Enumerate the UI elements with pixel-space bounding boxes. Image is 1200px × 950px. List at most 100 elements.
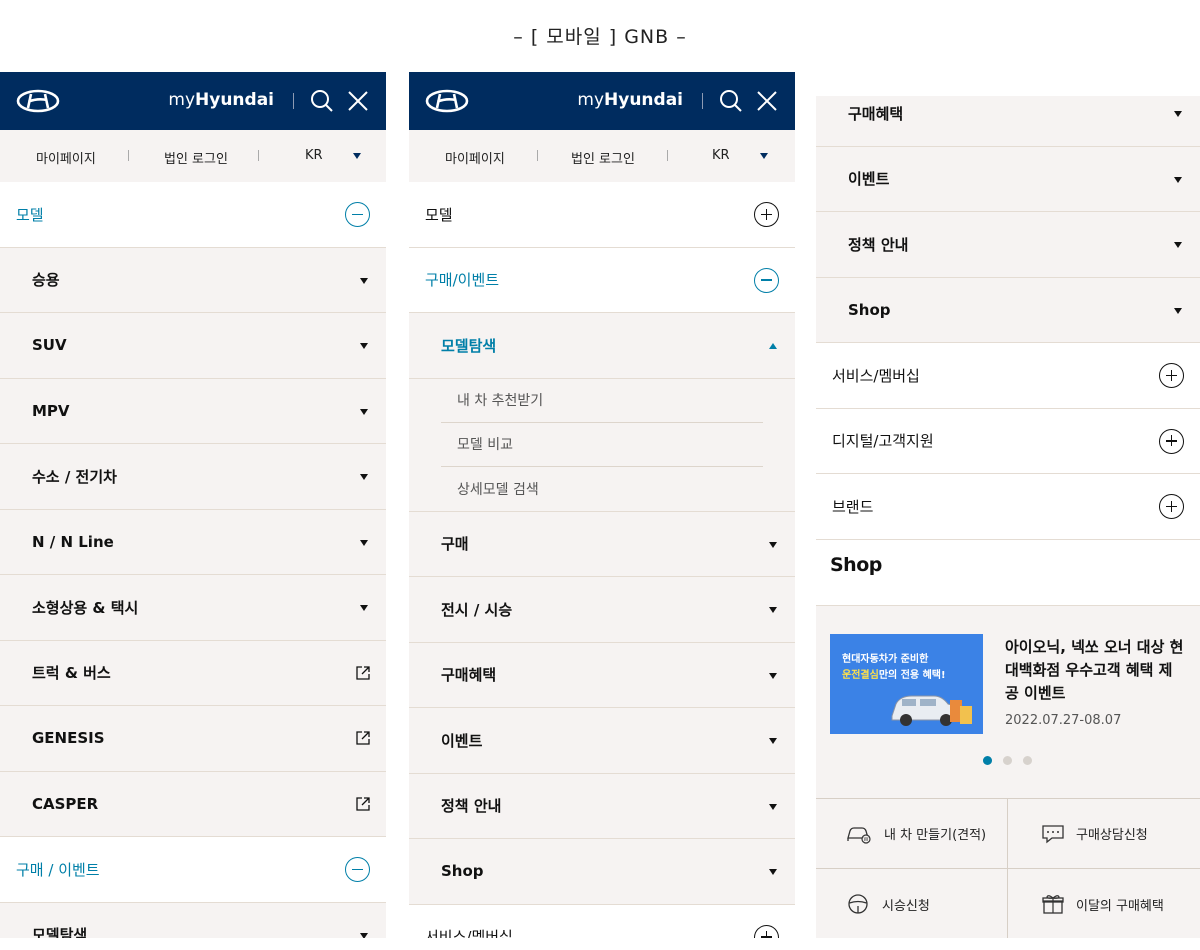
shop-logo[interactable]: Shop [830,554,882,576]
chevron-down-icon[interactable] [353,153,361,159]
menu-item-explore[interactable]: 모델탐색 [0,902,386,938]
close-icon[interactable] [755,89,779,113]
menu-item-benefits[interactable]: 구매혜택 [816,96,1200,147]
menu-item-suv[interactable]: SUV [0,313,386,379]
chevron-down-icon[interactable] [360,408,368,415]
menu-item-genesis[interactable]: GENESIS [0,706,386,772]
menu-item-shop[interactable]: Shop [816,277,1200,343]
detail-search-link[interactable]: 상세모델 검색 [441,467,763,511]
menu-label: 전시 / 시승 [441,600,513,619]
menu-label: SUV [32,336,67,355]
collapse-icon[interactable] [345,202,370,227]
menu-item-passenger[interactable]: 승용 [0,247,386,313]
chevron-down-icon[interactable] [769,738,777,744]
chevron-up-icon[interactable] [769,343,777,349]
menu-digital[interactable]: 디지털/고객지원 [816,408,1200,474]
chevron-down-icon[interactable] [760,153,768,159]
menu-item-policy[interactable]: 정책 안내 [409,773,795,839]
menu-item-events[interactable]: 이벤트 [409,708,795,774]
mypage-link[interactable]: 마이페이지 [36,148,96,167]
car-icon: W [847,826,871,844]
chevron-down-icon[interactable] [769,672,777,679]
chevron-down-icon[interactable] [360,343,368,349]
expand-icon[interactable] [754,924,779,938]
shop-banner: Shop 현대자동차가 준비한 운전결심만의 전용 혜택! 아이오닉, 넥쏘 오… [816,554,1200,812]
consult-link[interactable]: 구매상담신청 [1008,799,1200,869]
menu-item-eco[interactable]: 수소 / 전기차 [0,444,386,510]
language-select[interactable]: KR [712,148,730,163]
top-bar: myHyundai [0,72,386,130]
expand-icon[interactable] [1159,363,1184,388]
menu-item-benefits[interactable]: 구매혜택 [409,642,795,708]
divider [128,150,129,161]
test-drive-link[interactable]: 시승신청 [816,869,1008,938]
menu-model[interactable]: 모델 [409,182,795,248]
compare-link[interactable]: 모델 비교 [441,423,763,467]
menu-label: 서비스/멤버십 [425,928,513,938]
hyundai-logo-icon[interactable] [16,89,60,113]
menu-model[interactable]: 모델 [0,182,386,248]
chevron-down-icon[interactable] [1174,242,1182,248]
chevron-down-icon[interactable] [1174,176,1182,183]
menu-item-casper[interactable]: CASPER [0,771,386,837]
chevron-down-icon[interactable] [360,932,368,938]
chevron-down-icon[interactable] [769,607,777,613]
chevron-down-icon[interactable] [769,869,777,875]
external-link-icon[interactable] [356,665,370,680]
collapse-icon[interactable] [754,267,779,293]
menu-item-commercial[interactable]: 소형상용 & 택시 [0,575,386,641]
chevron-down-icon[interactable] [360,277,368,284]
expand-icon[interactable] [1159,428,1184,454]
promo-title[interactable]: 아이오닉, 넥쏘 오너 대상 현대백화점 우수고객 혜택 제공 이벤트 [1005,636,1185,705]
language-select[interactable]: KR [305,148,323,163]
menu-brand[interactable]: 브랜드 [816,474,1200,540]
monthly-benefit-link[interactable]: 이달의 구매혜택 [1008,869,1200,938]
chevron-down-icon[interactable] [1174,307,1182,314]
menu-item-shop[interactable]: Shop [409,839,795,905]
menu-item-policy[interactable]: 정책 안내 [816,212,1200,278]
external-link-icon[interactable] [356,731,370,745]
carousel-dots [983,755,1032,765]
gift-icon [1042,895,1064,914]
menu-item-buy[interactable]: 구매 [409,511,795,577]
hyundai-logo-icon[interactable] [425,89,469,113]
menu-item-mpv[interactable]: MPV [0,378,386,444]
promo-image[interactable]: 현대자동차가 준비한 운전결심만의 전용 혜택! [830,633,983,734]
gnb-panel-model: myHyundai 마이페이지 법인 로그인 KR 모델 승용 SUV MPV … [0,72,386,938]
menu-buy-event[interactable]: 구매/이벤트 [409,247,795,313]
menu-item-events[interactable]: 이벤트 [816,146,1200,212]
search-icon[interactable] [310,89,334,113]
mypage-link[interactable]: 마이페이지 [445,148,505,167]
collapse-icon[interactable] [345,857,370,882]
menu-service[interactable]: 서비스/멤버십 [816,343,1200,409]
menu-label: 구매혜택 [441,666,497,685]
chevron-down-icon[interactable] [360,605,368,611]
close-icon[interactable] [346,89,370,113]
menu-buy-event[interactable]: 구매 / 이벤트 [0,837,386,903]
chevron-down-icon[interactable] [769,541,777,548]
chevron-down-icon[interactable] [360,539,368,546]
corporate-login-link[interactable]: 법인 로그인 [571,148,635,167]
myhyundai-brand[interactable]: myHyundai [168,90,274,110]
external-link-icon[interactable] [356,796,370,811]
chevron-down-icon[interactable] [1174,111,1182,117]
search-icon[interactable] [719,89,743,113]
carousel-dot[interactable] [1003,755,1012,765]
expand-icon[interactable] [1159,494,1184,519]
build-car-link[interactable]: W 내 차 만들기(견적) [816,799,1008,869]
chevron-down-icon[interactable] [769,803,777,810]
chevron-down-icon[interactable] [360,474,368,480]
menu-item-n-line[interactable]: N / N Line [0,509,386,575]
car-illustration-icon [891,695,972,726]
corporate-login-link[interactable]: 법인 로그인 [164,148,228,167]
carousel-dot[interactable] [983,755,992,765]
myhyundai-brand[interactable]: myHyundai [577,90,683,110]
menu-label: 이벤트 [848,170,890,189]
carousel-dot[interactable] [1023,755,1032,765]
recommend-link[interactable]: 내 차 추천받기 [441,379,763,423]
menu-item-showroom[interactable]: 전시 / 시승 [409,577,795,643]
menu-item-truck-bus[interactable]: 트럭 & 버스 [0,640,386,706]
menu-service[interactable]: 서비스/멤버십 [409,904,795,938]
expand-icon[interactable] [754,202,779,227]
menu-item-explore[interactable]: 모델탐색 [409,313,795,379]
